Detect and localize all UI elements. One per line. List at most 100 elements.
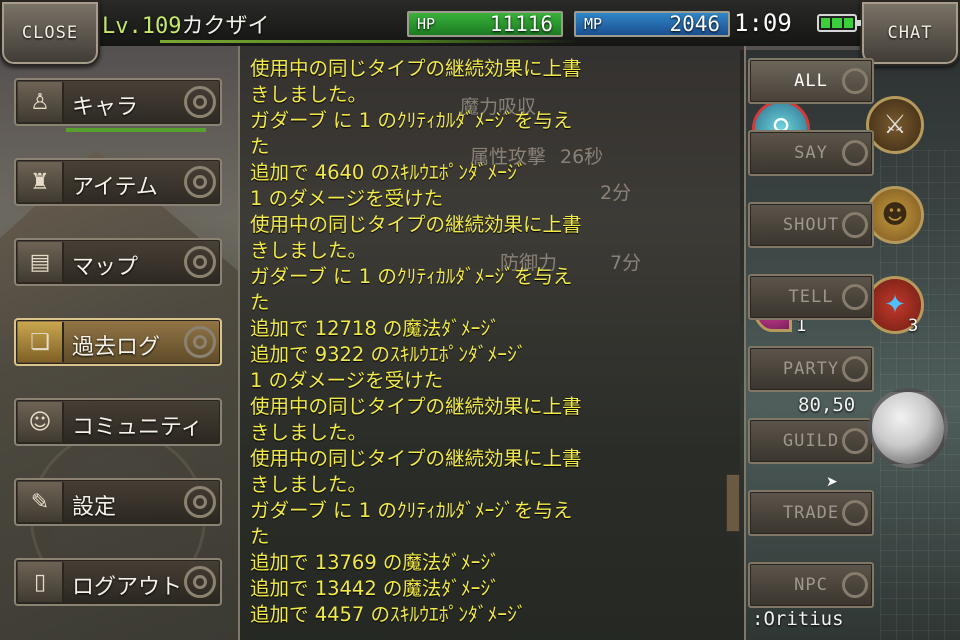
swirl-ornament-icon xyxy=(842,284,868,310)
log-line: 使用中の同じタイプの継続効果に上書 xyxy=(250,395,582,418)
log-line: た xyxy=(250,291,270,314)
chat-tab-label: TELL xyxy=(788,287,834,307)
chat-tab-label: SHOUT xyxy=(782,215,840,235)
log-line: 追加で 13769 の魔法ﾀﾞﾒｰｼﾞ xyxy=(250,551,500,574)
swirl-ornament-icon xyxy=(184,86,216,118)
swirl-ornament-icon xyxy=(184,566,216,598)
background-status-text: 26秒 xyxy=(560,146,604,168)
character-level: Lv.109 xyxy=(102,14,182,39)
menu-item-label: ログアウト xyxy=(72,575,183,600)
close-button[interactable]: CLOSE xyxy=(0,0,100,66)
map-icon: ▤ xyxy=(18,242,64,282)
character-progress-bar xyxy=(66,128,206,132)
log-line: ガダーブ に 1 のｸﾘﾃｨｶﾙﾀﾞﾒｰｼﾞを与え xyxy=(250,265,573,288)
chat-tab-tell[interactable]: TELL xyxy=(748,274,874,320)
character-icon: ♙ xyxy=(18,82,64,122)
chat-tab-party[interactable]: PARTY xyxy=(748,346,874,392)
chat-tab-shout[interactable]: SHOUT xyxy=(748,202,874,248)
log-line: 使用中の同じタイプの継続効果に上書 xyxy=(250,447,582,470)
log-line: 使用中の同じタイプの継続効果に上書 xyxy=(250,57,582,80)
chat-tab-label: SAY xyxy=(794,143,828,163)
map-coordinates: 80,50 xyxy=(798,394,856,416)
hp-label: HP xyxy=(417,15,436,33)
hp-value: 11116 xyxy=(489,12,553,36)
community-icon: ☺ xyxy=(18,402,64,442)
chat-tab-say[interactable]: SAY xyxy=(748,130,874,176)
menu-item-label: マップ xyxy=(72,255,139,280)
log-line: 1 のダメージを受けた xyxy=(250,187,444,210)
player-name-label: :Oritius xyxy=(752,608,844,630)
swirl-ornament-icon xyxy=(842,428,868,454)
menu-item-logout[interactable]: ▯ ログアウト xyxy=(14,558,222,606)
door-icon: ▯ xyxy=(18,562,64,602)
past-log-panel[interactable]: 魔力吸収 属性攻撃 26秒 2分 防御力 7分 使用中の同じタイプの継続効果に上… xyxy=(238,46,746,640)
clock: 1:09 xyxy=(734,9,792,37)
swirl-ornament-icon xyxy=(842,356,868,382)
swirl-ornament-icon xyxy=(184,326,216,358)
mp-value: 2046 xyxy=(669,12,720,36)
menu-item-map[interactable]: ▤ マップ xyxy=(14,238,222,286)
log-scrollbar-thumb[interactable] xyxy=(726,474,740,532)
log-line: 追加で 13442 の魔法ﾀﾞﾒｰｼﾞ xyxy=(250,577,500,600)
chat-button[interactable]: CHAT xyxy=(860,0,960,66)
log-line: きしました。 xyxy=(250,421,368,444)
swirl-ornament-icon xyxy=(184,166,216,198)
battery-icon xyxy=(817,14,861,32)
log-line: 追加で 4640 のｽｷﾙｳｴﾎﾟﾝﾀﾞﾒｰｼﾞ xyxy=(250,161,527,184)
log-line: た xyxy=(250,135,270,158)
log-line: 1 のダメージを受けた xyxy=(250,369,444,392)
chat-tab-npc[interactable]: NPC xyxy=(748,562,874,608)
sword-skill-icon[interactable]: ⚔ xyxy=(866,96,924,154)
background-status-text: 7分 xyxy=(610,252,642,274)
character-name: カクザイ xyxy=(181,14,270,39)
chat-tab-all[interactable]: ALL xyxy=(748,58,874,104)
mp-label: MP xyxy=(584,15,603,33)
menu-item-past-log[interactable]: ❏ 過去ログ xyxy=(14,318,222,366)
log-line: きしました。 xyxy=(250,473,368,496)
background-status-text: 2分 xyxy=(600,182,632,204)
log-line: ガダーブ に 1 のｸﾘﾃｨｶﾙﾀﾞﾒｰｼﾞを与え xyxy=(250,109,573,132)
log-line: た xyxy=(250,525,270,548)
swirl-ornament-icon xyxy=(842,212,868,238)
character-name-display: Lv.109カクザイ xyxy=(102,8,270,40)
log-line: きしました。 xyxy=(250,239,368,262)
menu-item-items[interactable]: ♜ アイテム xyxy=(14,158,222,206)
log-line: 追加で 9322 のｽｷﾙｳｴﾎﾟﾝﾀﾞﾒｰｼﾞ xyxy=(250,343,527,366)
menu-item-character[interactable]: ♙ キャラ xyxy=(14,78,222,126)
log-line: きしました。 xyxy=(250,83,368,106)
chat-tab-label: PARTY xyxy=(782,359,840,379)
book-icon: ❏ xyxy=(18,322,64,362)
chat-tab-label: GUILD xyxy=(782,431,840,451)
swirl-ornament-icon xyxy=(842,572,868,598)
settings-icon: ✎ xyxy=(18,482,64,522)
log-line: 追加で 12718 の魔法ﾀﾞﾒｰｼﾞ xyxy=(250,317,500,340)
swirl-ornament-icon xyxy=(184,486,216,518)
swirl-ornament-icon xyxy=(184,246,216,278)
hp-gauge: HP 11116 xyxy=(407,11,563,37)
chat-tab-label: TRADE xyxy=(782,503,840,523)
experience-bar xyxy=(160,40,580,43)
virtual-joystick[interactable] xyxy=(868,388,948,468)
menu-item-settings[interactable]: ✎ 設定 xyxy=(14,478,222,526)
log-line: ガダーブ に 1 のｸﾘﾃｨｶﾙﾀﾞﾒｰｼﾞを与え xyxy=(250,499,573,522)
cursor-arrow-icon: ➤ xyxy=(826,474,838,490)
chat-tab-label: ALL xyxy=(794,71,828,91)
chat-tab-guild[interactable]: GUILD xyxy=(748,418,874,464)
mask-skill-icon[interactable]: ☻ xyxy=(866,186,924,244)
chat-tab-trade[interactable]: TRADE xyxy=(748,490,874,536)
menu-item-label: アイテム xyxy=(72,175,158,200)
chat-tab-label: NPC xyxy=(794,575,828,595)
swirl-ornament-icon xyxy=(842,500,868,526)
log-line: 使用中の同じタイプの継続効果に上書 xyxy=(250,213,582,236)
swirl-ornament-icon xyxy=(842,68,868,94)
item-icon: ♜ xyxy=(18,162,64,202)
swirl-ornament-icon xyxy=(842,140,868,166)
menu-item-label: キャラ xyxy=(72,95,139,120)
log-line: 追加で 4457 のｽｷﾙｳｴﾎﾟﾝﾀﾞﾒｰｼﾞ xyxy=(250,603,527,626)
skill-count: 3 xyxy=(908,316,919,336)
menu-item-label: 過去ログ xyxy=(72,335,161,360)
menu-item-community[interactable]: ☺ コミュニティ xyxy=(14,398,222,446)
mp-gauge: MP 2046 xyxy=(574,11,730,37)
menu-item-label: コミュニティ xyxy=(72,415,203,440)
menu-item-label: 設定 xyxy=(72,495,117,520)
